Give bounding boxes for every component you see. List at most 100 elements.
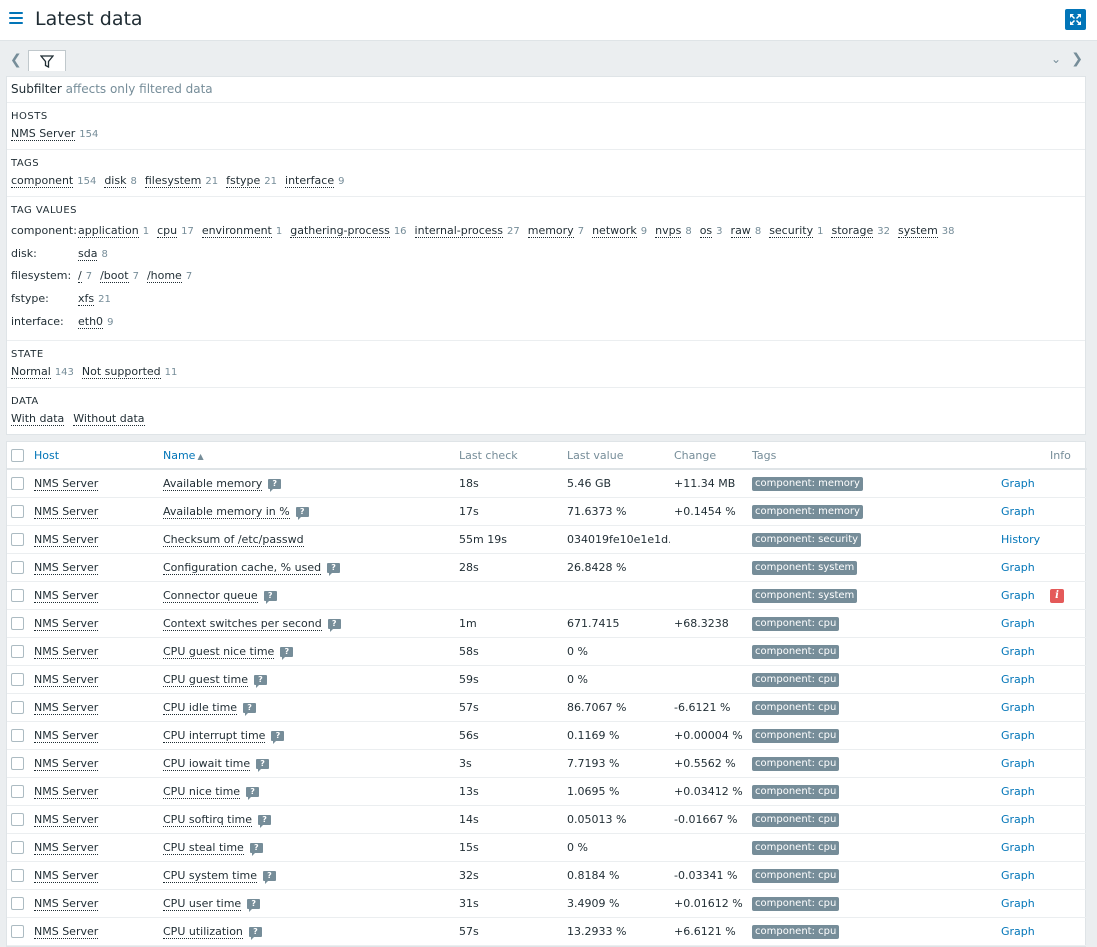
host-link[interactable]: NMS Server xyxy=(34,924,99,939)
comment-icon[interactable]: ? xyxy=(295,506,309,520)
tag-value-link[interactable]: / xyxy=(78,269,82,284)
tag-value-link[interactable]: environment xyxy=(201,224,272,238)
graph-link[interactable]: Graph xyxy=(1001,729,1035,742)
row-checkbox[interactable] xyxy=(11,896,24,910)
row-checkbox[interactable] xyxy=(11,756,24,770)
host-filter-link[interactable]: NMS Server xyxy=(11,127,76,141)
tag-badge[interactable]: component: security xyxy=(752,532,862,547)
row-checkbox[interactable] xyxy=(11,644,24,658)
tag-filter-link[interactable]: disk xyxy=(104,174,127,188)
comment-icon[interactable]: ? xyxy=(262,870,276,884)
graph-link[interactable]: Graph xyxy=(1001,701,1035,714)
tag-badge[interactable]: component: cpu xyxy=(752,672,840,687)
graph-link[interactable]: Graph xyxy=(1001,785,1035,798)
tag-badge[interactable]: component: cpu xyxy=(752,924,840,939)
tag-value-link[interactable]: gathering-process xyxy=(290,224,390,238)
comment-icon[interactable]: ? xyxy=(327,562,341,576)
state-filter-link[interactable]: Not supported xyxy=(81,365,161,380)
graph-link[interactable]: Graph xyxy=(1001,925,1035,938)
item-name-link[interactable]: CPU steal time xyxy=(163,840,244,855)
item-name-link[interactable]: CPU nice time xyxy=(163,784,241,799)
host-link[interactable]: NMS Server xyxy=(34,672,99,687)
host-link[interactable]: NMS Server xyxy=(34,728,99,743)
graph-link[interactable]: Graph xyxy=(1001,617,1035,630)
tag-badge[interactable]: component: system xyxy=(752,560,858,575)
tag-value-link[interactable]: /home xyxy=(146,269,182,284)
tag-badge[interactable]: component: cpu xyxy=(752,644,840,659)
comment-icon[interactable]: ? xyxy=(249,842,263,856)
tag-value-link[interactable]: network xyxy=(592,224,637,238)
tag-badge[interactable]: component: cpu xyxy=(752,840,840,855)
tag-filter-link[interactable]: interface xyxy=(285,174,335,188)
filter-tab[interactable] xyxy=(28,50,66,71)
column-host[interactable]: Host xyxy=(30,442,159,470)
host-link[interactable]: NMS Server xyxy=(34,644,99,659)
item-name-link[interactable]: CPU interrupt time xyxy=(163,728,266,743)
row-checkbox[interactable] xyxy=(11,728,24,742)
row-checkbox[interactable] xyxy=(11,700,24,714)
host-link[interactable]: NMS Server xyxy=(34,840,99,855)
item-name-link[interactable]: Checksum of /etc/passwd xyxy=(163,532,304,547)
row-checkbox[interactable] xyxy=(11,672,24,686)
comment-icon[interactable]: ? xyxy=(280,646,294,660)
row-checkbox[interactable] xyxy=(11,560,24,574)
item-name-link[interactable]: CPU utilization xyxy=(163,924,243,939)
fullscreen-button[interactable] xyxy=(1065,9,1086,30)
item-name-link[interactable]: Configuration cache, % used xyxy=(163,560,322,575)
tag-badge[interactable]: component: cpu xyxy=(752,812,840,827)
row-checkbox[interactable] xyxy=(11,616,24,630)
comment-icon[interactable]: ? xyxy=(256,758,270,772)
row-checkbox[interactable] xyxy=(11,477,24,490)
state-filter-link[interactable]: Normal xyxy=(11,365,51,380)
item-name-link[interactable]: CPU iowait time xyxy=(163,756,251,771)
tag-badge[interactable]: component: cpu xyxy=(752,756,840,771)
tag-filter-link[interactable]: filesystem xyxy=(144,174,202,188)
tag-value-link[interactable]: application xyxy=(78,224,139,238)
host-link[interactable]: NMS Server xyxy=(34,756,99,771)
host-link[interactable]: NMS Server xyxy=(34,784,99,799)
chevron-down-icon[interactable]: ⌄ xyxy=(1051,52,1061,66)
tag-value-link[interactable]: cpu xyxy=(157,224,178,238)
tag-value-link[interactable]: os xyxy=(699,224,713,238)
tag-value-link[interactable]: memory xyxy=(527,224,574,238)
tag-value-link[interactable]: system xyxy=(898,224,938,238)
tag-value-link[interactable]: /boot xyxy=(100,269,129,284)
row-checkbox[interactable] xyxy=(11,924,24,938)
tag-filter-link[interactable]: fstype xyxy=(226,174,261,188)
item-name-link[interactable]: CPU guest nice time xyxy=(163,644,275,659)
host-link[interactable]: NMS Server xyxy=(34,868,99,883)
graph-link[interactable]: Graph xyxy=(1001,589,1035,602)
comment-icon[interactable]: ? xyxy=(268,478,282,492)
tag-value-link[interactable]: storage xyxy=(831,224,874,238)
tag-value-link[interactable]: raw xyxy=(730,224,751,238)
column-name[interactable]: Name ▲ xyxy=(159,442,455,470)
tag-badge[interactable]: component: memory xyxy=(752,504,863,519)
graph-link[interactable]: Graph xyxy=(1001,645,1035,658)
comment-icon[interactable]: ? xyxy=(263,590,277,604)
row-checkbox[interactable] xyxy=(11,784,24,798)
row-checkbox[interactable] xyxy=(11,532,24,546)
chevron-left-icon[interactable]: ❮ xyxy=(10,52,22,68)
comment-icon[interactable]: ? xyxy=(253,674,267,688)
item-name-link[interactable]: CPU system time xyxy=(163,868,257,883)
host-link[interactable]: NMS Server xyxy=(34,812,99,827)
comment-icon[interactable]: ? xyxy=(248,926,262,940)
tag-badge[interactable]: component: cpu xyxy=(752,728,840,743)
host-link[interactable]: NMS Server xyxy=(34,588,99,603)
graph-link[interactable]: Graph xyxy=(1001,561,1035,574)
graph-link[interactable]: Graph xyxy=(1001,897,1035,910)
host-link[interactable]: NMS Server xyxy=(34,616,99,631)
item-name-link[interactable]: Context switches per second xyxy=(163,616,322,631)
graph-link[interactable]: Graph xyxy=(1001,505,1035,518)
data-filter-link[interactable]: With data xyxy=(11,412,65,427)
item-name-link[interactable]: Available memory in % xyxy=(163,504,290,519)
comment-icon[interactable]: ? xyxy=(243,702,257,716)
tag-badge[interactable]: component: cpu xyxy=(752,896,840,911)
host-link[interactable]: NMS Server xyxy=(34,896,99,911)
host-link[interactable]: NMS Server xyxy=(34,560,99,575)
chevron-right-icon[interactable]: ❯ xyxy=(1071,51,1083,67)
tag-value-link[interactable]: eth0 xyxy=(78,315,104,329)
row-checkbox[interactable] xyxy=(11,840,24,854)
host-link[interactable]: NMS Server xyxy=(34,532,99,547)
tag-badge[interactable]: component: cpu xyxy=(752,868,840,883)
